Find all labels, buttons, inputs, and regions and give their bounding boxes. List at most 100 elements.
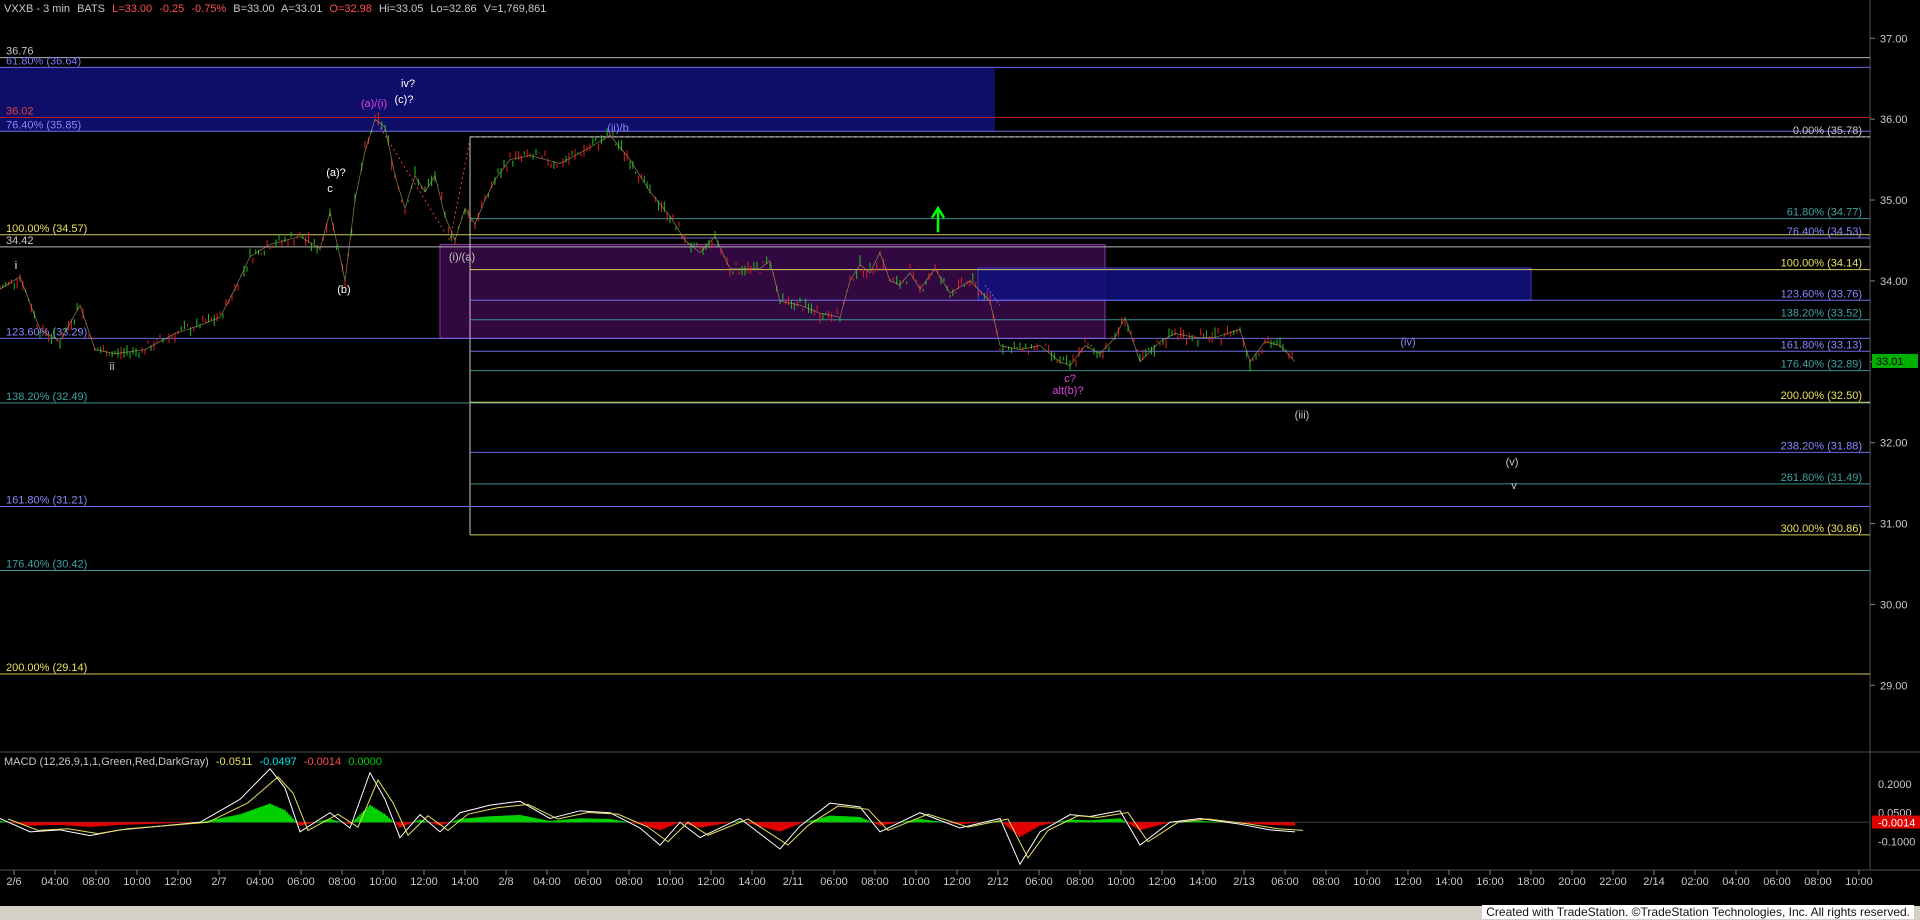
symbol-header: VXXB - 3 min BATS L=33.00 -0.25 -0.75% B… xyxy=(4,3,550,15)
chart-window: 36.76 61.80% (36.64) 36.02 76.40% (35.85) 10… xyxy=(0,0,1920,920)
low-price: Lo=32.86 xyxy=(430,3,477,15)
level-label-21: 261.80% (31.49) xyxy=(1781,472,1862,484)
macd-name: MACD (12,26,9,1,1,Green,Red,DarkGray) xyxy=(4,756,209,768)
y-tick-label-2: 35.00 xyxy=(1880,195,1908,207)
level-label-1: 61.80% (36.64) xyxy=(6,55,81,67)
x-tick-label-3: 10:00 xyxy=(123,876,151,888)
x-tick-label-9: 10:00 xyxy=(369,876,397,888)
x-tick-label-17: 12:00 xyxy=(697,876,725,888)
level-label-7: 138.20% (32.49) xyxy=(6,391,87,403)
bid-price: B=33.00 xyxy=(233,3,275,15)
level-label-19: 200.00% (32.50) xyxy=(1781,390,1862,402)
x-tick-label-4: 12:00 xyxy=(164,876,192,888)
wave-label-12: (iv) xyxy=(1400,337,1415,349)
x-tick-label-28: 12:00 xyxy=(1148,876,1176,888)
x-tick-label-25: 06:00 xyxy=(1025,876,1053,888)
wave-label-4: (b) xyxy=(337,284,350,296)
level-label-10: 200.00% (29.14) xyxy=(6,662,87,674)
wave-label-5: (a)/(i) xyxy=(361,98,387,110)
ask-price: A=33.01 xyxy=(281,3,323,15)
x-tick-label-8: 08:00 xyxy=(328,876,356,888)
wave-label-15: v xyxy=(1511,480,1517,492)
x-tick-label-6: 04:00 xyxy=(246,876,274,888)
macd-tick-label-3: -0.1000 xyxy=(1878,836,1915,848)
x-tick-label-33: 10:00 xyxy=(1353,876,1381,888)
wave-label-0: i xyxy=(15,260,17,272)
wave-label-3: c xyxy=(327,183,333,195)
y-tick-label-3: 34.00 xyxy=(1880,276,1908,288)
x-tick-label-2: 08:00 xyxy=(82,876,110,888)
price-change: -0.25 xyxy=(159,3,185,15)
y-tick-label-1: 36.00 xyxy=(1880,114,1908,126)
x-tick-label-24: 2/12 xyxy=(987,876,1008,888)
high-price: Hi=33.05 xyxy=(378,3,424,15)
wave-label-7: (c)? xyxy=(395,94,414,106)
y-tick-label-8: 29.00 xyxy=(1880,680,1908,692)
level-label-15: 123.60% (33.76) xyxy=(1781,288,1862,300)
wave-label-11: alt(b)? xyxy=(1052,385,1083,397)
x-tick-label-13: 04:00 xyxy=(533,876,561,888)
level-label-8: 161.80% (31.21) xyxy=(6,495,87,507)
level-label-14: 100.00% (34.14) xyxy=(1781,258,1862,270)
y-tick-label-5: 32.00 xyxy=(1880,438,1908,450)
symbol-label: VXXB - 3 min xyxy=(4,3,71,15)
x-tick-label-22: 10:00 xyxy=(902,876,930,888)
wave-label-9: (ii)/b xyxy=(607,122,628,134)
level-label-4: 100.00% (34.57) xyxy=(6,223,87,235)
x-tick-label-29: 14:00 xyxy=(1189,876,1217,888)
wave-label-8: (i)/(a) xyxy=(449,252,475,264)
x-tick-label-41: 02:00 xyxy=(1681,876,1709,888)
x-tick-label-36: 16:00 xyxy=(1476,876,1504,888)
y-tick-label-6: 31.00 xyxy=(1880,519,1908,531)
green-up-arrow xyxy=(930,205,946,233)
x-tick-label-44: 08:00 xyxy=(1804,876,1832,888)
x-tick-label-31: 06:00 xyxy=(1271,876,1299,888)
macd-signal-line xyxy=(7,776,1304,859)
last-price: L=33.00 xyxy=(112,3,153,15)
x-tick-label-21: 08:00 xyxy=(861,876,889,888)
last-price-label: 33.01 xyxy=(1876,356,1904,368)
wave-label-6: iv? xyxy=(401,78,415,90)
x-tick-label-42: 04:00 xyxy=(1722,876,1750,888)
y-tick-label-7: 30.00 xyxy=(1880,599,1908,611)
x-tick-label-12: 2/8 xyxy=(498,876,513,888)
macd-histogram xyxy=(0,803,1295,837)
x-tick-label-15: 08:00 xyxy=(615,876,643,888)
x-tick-label-30: 2/13 xyxy=(1233,876,1254,888)
macd-header: MACD (12,26,9,1,1,Green,Red,DarkGray) -0… xyxy=(4,756,386,768)
x-tick-label-37: 18:00 xyxy=(1517,876,1545,888)
x-tick-label-14: 06:00 xyxy=(574,876,602,888)
price-chart[interactable]: 36.7661.80% (36.64)36.0276.40% (35.85)10… xyxy=(0,0,1920,906)
x-tick-label-20: 06:00 xyxy=(820,876,848,888)
wave-label-13: (iii) xyxy=(1295,409,1310,421)
x-tick-label-32: 08:00 xyxy=(1312,876,1340,888)
x-tick-label-23: 12:00 xyxy=(943,876,971,888)
x-tick-label-40: 2/14 xyxy=(1643,876,1664,888)
macd-value-1: -0.0511 xyxy=(215,756,253,768)
level-label-13: 76.40% (34.53) xyxy=(1787,226,1862,238)
level-label-5: 34.42 xyxy=(6,235,34,247)
x-tick-label-43: 06:00 xyxy=(1763,876,1791,888)
x-tick-label-1: 04:00 xyxy=(41,876,69,888)
fib-box-top xyxy=(0,67,995,132)
level-label-22: 300.00% (30.86) xyxy=(1781,523,1862,535)
wave-connector xyxy=(374,118,471,242)
level-label-12: 61.80% (34.77) xyxy=(1787,207,1862,219)
wave-label-1: ii xyxy=(110,361,115,373)
x-tick-label-38: 20:00 xyxy=(1558,876,1586,888)
macd-tick-label-0: 0.2000 xyxy=(1878,779,1912,791)
x-tick-label-11: 14:00 xyxy=(451,876,479,888)
wave-label-2: (a)? xyxy=(326,167,346,179)
copyright-footer: Created with TradeStation. ©TradeStation… xyxy=(1482,905,1914,919)
macd-value-2: -0.0497 xyxy=(259,756,297,768)
x-tick-label-39: 22:00 xyxy=(1599,876,1627,888)
macd-tick-label-2: -0.0014 xyxy=(1878,818,1915,830)
x-tick-label-35: 14:00 xyxy=(1435,876,1463,888)
level-label-18: 176.40% (32.89) xyxy=(1781,359,1862,371)
y-tick-label-0: 37.00 xyxy=(1880,33,1908,45)
volume-value: V=1,769,861 xyxy=(483,3,547,15)
x-tick-label-16: 10:00 xyxy=(656,876,684,888)
x-tick-label-45: 10:00 xyxy=(1845,876,1873,888)
x-tick-label-18: 14:00 xyxy=(738,876,766,888)
level-label-16: 138.20% (33.52) xyxy=(1781,308,1862,320)
